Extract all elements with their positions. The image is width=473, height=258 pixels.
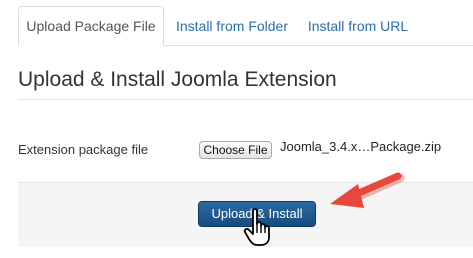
- arrow-left-icon: [330, 172, 405, 208]
- package-file-label: Extension package file: [18, 142, 149, 157]
- section-divider: [18, 99, 473, 100]
- selected-file-name: Joomla_3.4.x…Package.zip: [280, 139, 442, 154]
- install-extension-page: Upload Package File Install from Folder …: [0, 0, 473, 258]
- tab-install-from-url[interactable]: Install from URL: [302, 7, 414, 45]
- hand-pointer-icon: [243, 208, 270, 246]
- tab-bar: Upload Package File Install from Folder …: [0, 0, 473, 46]
- choose-file-button[interactable]: Choose File: [199, 141, 272, 159]
- section-title: Upload & Install Joomla Extension: [18, 68, 337, 91]
- tab-upload-package-file[interactable]: Upload Package File: [18, 6, 164, 46]
- tab-install-from-folder[interactable]: Install from Folder: [172, 7, 292, 45]
